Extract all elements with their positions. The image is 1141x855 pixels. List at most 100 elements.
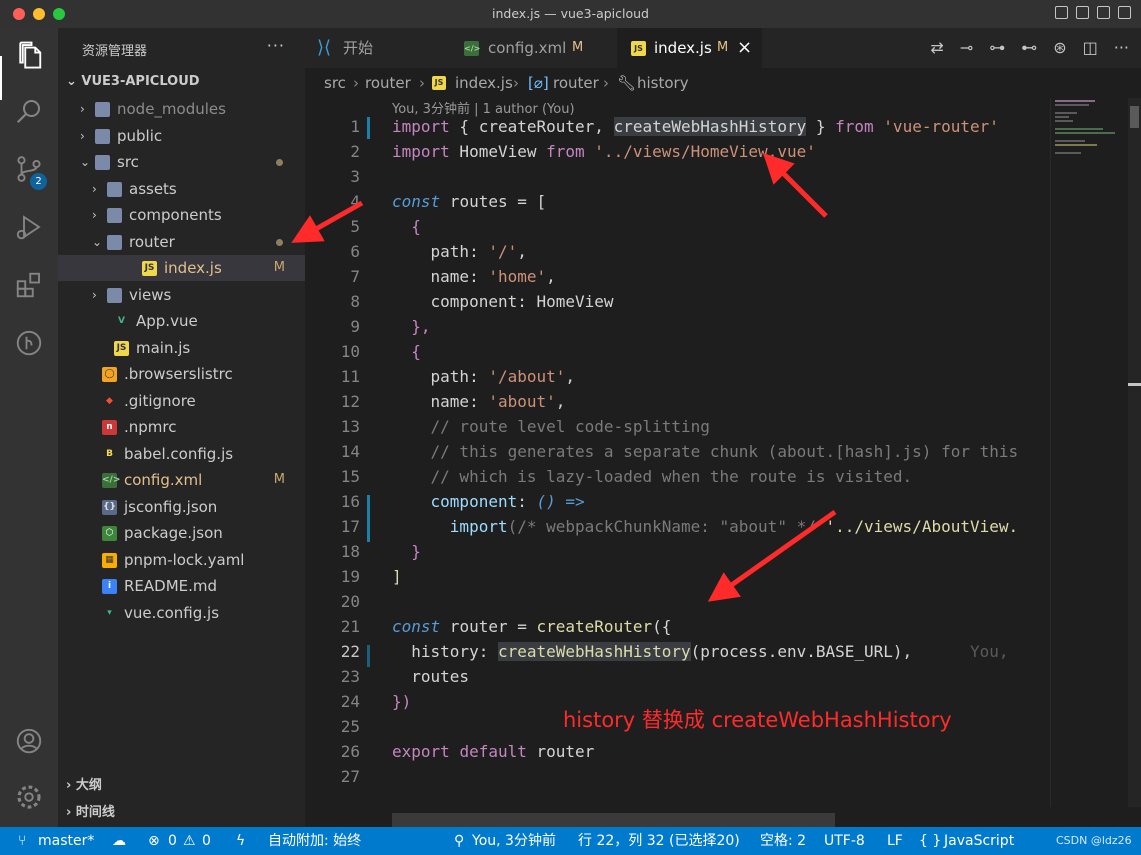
file-tree-item[interactable]: i README.md <box>58 573 305 599</box>
file-tree-label: vue.config.js <box>124 603 220 622</box>
js-icon: JS <box>142 261 157 276</box>
file-tree-label: jsconfig.json <box>124 497 218 516</box>
toggle-sidebar-icon[interactable] <box>1055 6 1068 19</box>
breadcrumb-symbol-router[interactable]: router <box>553 68 599 98</box>
folder-icon <box>95 102 110 117</box>
file-tree-item[interactable]: › node_modules <box>58 96 305 122</box>
file-tree-item[interactable]: ◆ .gitignore <box>58 388 305 414</box>
tab-config-xml[interactable]: </> config.xml M <box>450 28 615 68</box>
nodejs-icon: ⬡ <box>102 526 117 541</box>
file-tree-item[interactable]: › views <box>58 282 305 308</box>
file-tree-item[interactable]: JS main.js <box>58 335 305 361</box>
file-tree-item[interactable]: ▾ vue.config.js <box>58 600 305 626</box>
file-tree-item[interactable]: ⌄ router <box>58 229 305 255</box>
language-mode[interactable]: JavaScript <box>944 827 1014 855</box>
file-tree-item[interactable]: n .npmrc <box>58 414 305 440</box>
line-number: 24 <box>340 692 360 711</box>
run-debug-icon[interactable] <box>12 210 46 244</box>
line-number: 5 <box>350 217 360 236</box>
codelens-blame[interactable]: You, 3分钟前 | 1 author (You) <box>392 98 575 117</box>
file-tree-item[interactable]: V App.vue <box>58 308 305 334</box>
git-branch[interactable]: master* <box>38 827 94 855</box>
tab-index-js[interactable]: JS index.js M × <box>617 28 762 68</box>
timeline-section[interactable]: › 时间线 <box>66 801 115 820</box>
js-file-icon: JS <box>432 76 446 90</box>
more-actions-icon[interactable]: ··· <box>267 36 285 55</box>
file-tree-label: components <box>129 206 222 224</box>
split-editor-icon[interactable]: ◫ <box>1083 38 1098 57</box>
scrollbar-thumb[interactable] <box>1130 106 1139 128</box>
active-indicator <box>0 56 2 100</box>
gitlens-icon[interactable] <box>12 326 46 360</box>
explorer-icon[interactable] <box>12 38 46 72</box>
warning-count[interactable]: 0 <box>202 827 211 855</box>
breadcrumb-src[interactable]: src <box>324 68 346 98</box>
file-tree-item[interactable]: › components <box>58 202 305 228</box>
folder-icon <box>107 234 122 250</box>
code-line-22: history: createWebHashHistory(process.en… <box>411 642 1009 661</box>
file-tree-item[interactable]: Bbabel.config.js <box>58 441 305 467</box>
line-ending[interactable]: LF <box>887 827 903 855</box>
code-line-17: import(/* webpackChunkName: "about" */ '… <box>449 517 1019 536</box>
minimap-line <box>1055 104 1089 106</box>
breadcrumb-router[interactable]: router <box>365 68 411 98</box>
file-tree-item[interactable]: › assets <box>58 176 305 202</box>
file-tree-item[interactable]: ▦ pnpm-lock.yaml <box>58 547 305 573</box>
breadcrumb-file[interactable]: index.js <box>455 68 513 98</box>
cursor-position[interactable]: 行 22，列 32 (已选择20) <box>578 827 740 855</box>
file-tree-item[interactable]: </> config.xml M <box>58 467 305 493</box>
code-line-16: component: () => <box>430 492 585 511</box>
folder-icon <box>95 155 110 170</box>
line-number: 22 <box>340 642 360 661</box>
line-number: 20 <box>340 592 360 611</box>
auto-attach[interactable]: 自动附加: 始终 <box>268 827 361 855</box>
close-tab-icon[interactable]: × <box>737 28 752 68</box>
code-line-12: name: 'about', <box>430 392 566 411</box>
indentation[interactable]: 空格: 2 <box>760 827 806 855</box>
file-tree-label: router <box>129 232 175 251</box>
tab-start[interactable]: ⟩⟨ 开始 <box>305 28 448 68</box>
code-line-2: import HomeView from '../views/HomeView.… <box>392 142 816 161</box>
more-editor-actions-icon[interactable]: ··· <box>1114 38 1129 57</box>
git-previous-icon[interactable]: ⊶ <box>989 38 1005 57</box>
error-count[interactable]: 0 <box>168 827 177 855</box>
file-tree-item[interactable]: › public <box>58 123 305 149</box>
line-number: 23 <box>340 667 360 686</box>
search-icon[interactable] <box>12 94 46 128</box>
error-icon: ⊗ <box>148 833 160 849</box>
customize-layout-icon[interactable] <box>1118 6 1131 19</box>
encoding[interactable]: UTF-8 <box>824 827 865 855</box>
gitlens-blame-icon[interactable]: ⊛ <box>1053 38 1066 57</box>
line-number: 11 <box>340 367 360 386</box>
chevron-right-icon: › <box>92 208 97 222</box>
file-tree-item[interactable]: ⬡ package.json <box>58 520 305 546</box>
toggle-panel-icon[interactable] <box>1076 6 1089 19</box>
property-wrench-icon: 🔧︎ <box>617 74 637 92</box>
git-change-marker <box>367 645 370 667</box>
npm-icon: n <box>102 420 117 435</box>
chevron-down-icon: ⌄ <box>80 155 91 169</box>
vertical-scrollbar[interactable] <box>1128 98 1141 807</box>
breadcrumb-symbol-history[interactable]: history <box>637 68 689 98</box>
file-tree-item[interactable]: ◯ .browserslistrc <box>58 361 305 387</box>
file-tree-item[interactable]: {} jsconfig.json <box>58 494 305 520</box>
file-tree-item[interactable]: JS index.js M <box>58 255 305 281</box>
project-root[interactable]: ⌄ VUE3-APICLOUD <box>66 74 200 89</box>
compare-changes-icon[interactable]: ⇄ <box>930 38 943 57</box>
account-icon[interactable] <box>12 724 46 758</box>
minimap-line <box>1055 120 1073 122</box>
code-line-15: // which is lazy-loaded when the route i… <box>430 467 913 486</box>
extensions-icon[interactable] <box>12 268 46 302</box>
git-next-icon[interactable]: ⊷ <box>1021 38 1037 57</box>
toggle-secondary-sidebar-icon[interactable] <box>1097 6 1110 19</box>
file-tree-item[interactable]: ⌄ src <box>58 149 305 175</box>
line-number: 19 <box>340 567 360 586</box>
sync-icon[interactable]: ☁ <box>112 827 126 855</box>
file-tree-label: pnpm-lock.yaml <box>124 550 245 569</box>
status-blame[interactable]: You, 3分钟前 <box>472 827 556 855</box>
git-change-marker <box>367 117 370 139</box>
horizontal-scrollbar[interactable] <box>392 813 835 827</box>
git-commit-icon[interactable]: ⊸ <box>960 38 973 57</box>
settings-gear-icon[interactable] <box>12 780 46 814</box>
minimap[interactable] <box>1050 98 1129 807</box>
